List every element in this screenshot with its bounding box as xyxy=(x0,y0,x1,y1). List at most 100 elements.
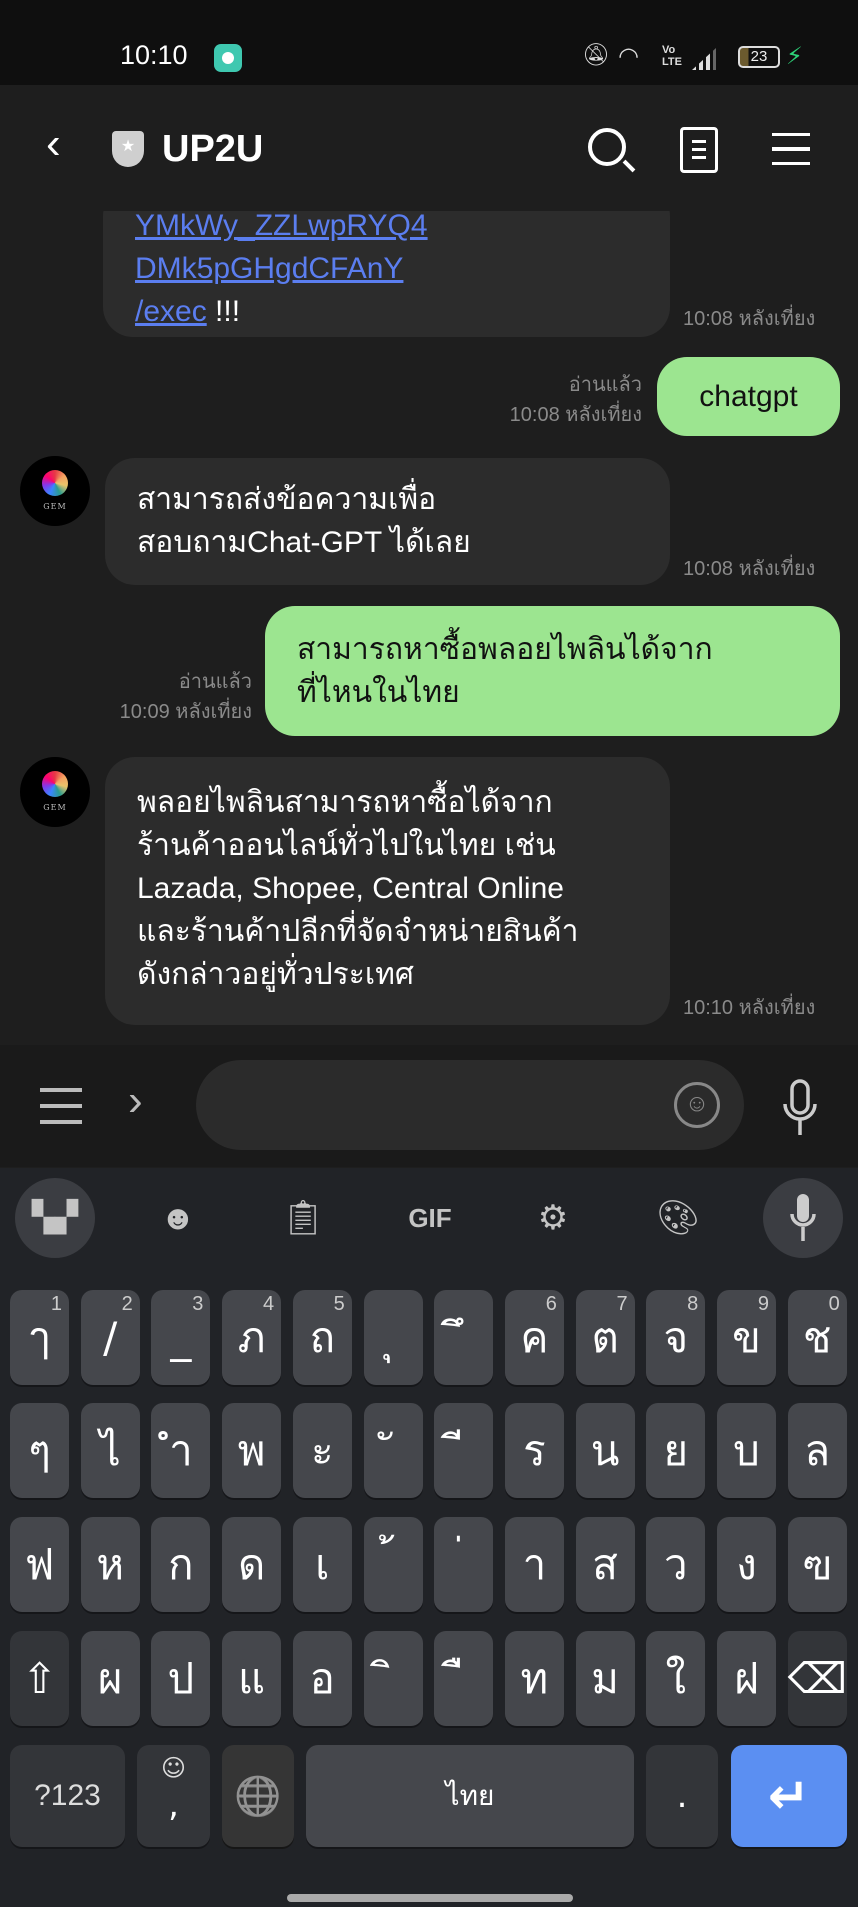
message-link[interactable]: /exec xyxy=(135,295,207,328)
key-label: ร xyxy=(523,1426,546,1475)
globe-icon[interactable]: 🌐 xyxy=(222,1745,294,1847)
key[interactable]: พ xyxy=(222,1403,282,1498)
key[interactable]: ท xyxy=(504,1631,564,1726)
key[interactable]: ร xyxy=(504,1403,564,1498)
key[interactable]: ผ xyxy=(80,1631,140,1726)
sticker-icon[interactable]: ☻ xyxy=(152,1192,204,1244)
key[interactable]: ิ xyxy=(363,1631,423,1726)
key[interactable]: ึ xyxy=(434,1290,494,1385)
key[interactable]: บ xyxy=(717,1403,776,1498)
key[interactable]: /2 xyxy=(80,1290,140,1385)
space-key[interactable]: ไทย xyxy=(306,1745,634,1847)
key-label: ำ xyxy=(169,1426,193,1475)
key[interactable]: ื xyxy=(434,1631,494,1726)
key[interactable]: า xyxy=(504,1517,564,1612)
message-line: สามารถหาซื้อพลอยไพลินได้จาก xyxy=(297,633,713,666)
settings-gear-icon[interactable]: ⚙︎ xyxy=(527,1192,579,1244)
message-bubble-outgoing[interactable]: สามารถหาซื้อพลอยไพลินได้จาก ที่ไหนในไทย xyxy=(265,606,840,736)
menu-icon[interactable] xyxy=(772,133,810,165)
key[interactable]: _ 3 xyxy=(151,1290,211,1385)
key[interactable]: ว xyxy=(646,1517,706,1612)
key[interactable]: ง xyxy=(717,1517,776,1612)
read-receipt: อ่านแล้ว 10:08 หลังเที่ยง xyxy=(509,374,642,426)
message-bubble-incoming[interactable]: พลอยไพลินสามารถหาซื้อได้จาก ร้านค้าออนไล… xyxy=(105,757,670,1025)
key[interactable]: ค6 xyxy=(504,1290,564,1385)
key[interactable]: ส xyxy=(575,1517,635,1612)
key-label: ข xyxy=(732,1313,761,1362)
gif-button[interactable]: GIF xyxy=(400,1192,460,1244)
message-line: Lazada, Shopee, Central Online xyxy=(137,872,564,905)
search-history-icon[interactable] xyxy=(588,128,626,166)
key[interactable]: ล xyxy=(787,1403,847,1498)
key-label: ฟ xyxy=(24,1540,55,1589)
key[interactable]: ย xyxy=(646,1403,706,1498)
key[interactable]: ั xyxy=(363,1403,423,1498)
back-icon[interactable]: ‹ xyxy=(46,122,61,166)
message-bubble-outgoing[interactable]: chatgpt xyxy=(657,357,840,436)
message-link[interactable]: DMk5pGHgdCFAnY xyxy=(135,252,403,285)
key[interactable]: ุ xyxy=(363,1290,423,1385)
key-number-hint: 7 xyxy=(616,1293,628,1315)
key[interactable]: ่ xyxy=(434,1517,494,1612)
key[interactable]: ี xyxy=(434,1403,494,1498)
backspace-key[interactable]: ⌫ xyxy=(787,1631,847,1726)
volte-icon: Vo LTE xyxy=(662,44,682,68)
key[interactable]: ก xyxy=(151,1517,211,1612)
key[interactable]: ้ xyxy=(363,1517,423,1612)
key-label: ง xyxy=(736,1540,757,1589)
theme-palette-icon[interactable]: 🎨︎ xyxy=(652,1192,704,1244)
key[interactable]: ช0 xyxy=(787,1290,847,1385)
emoji-comma-key[interactable]: ☺, xyxy=(137,1745,210,1847)
key[interactable]: แ xyxy=(222,1631,282,1726)
key[interactable]: ด xyxy=(222,1517,282,1612)
key[interactable]: ห xyxy=(80,1517,140,1612)
message-bubble-incoming[interactable]: สามารถส่งข้อความเพื่อ สอบถามChat-GPT ได้… xyxy=(105,458,670,585)
period-key[interactable]: . xyxy=(646,1745,718,1847)
key[interactable]: จ8 xyxy=(646,1290,706,1385)
key[interactable]: ต7 xyxy=(575,1290,635,1385)
key[interactable]: ๆ xyxy=(10,1403,69,1498)
key-label: ฃ xyxy=(802,1540,833,1589)
shift-key[interactable]: ⇧ xyxy=(10,1631,69,1726)
avatar[interactable]: GEM xyxy=(20,757,90,827)
key-number-hint: 6 xyxy=(545,1293,557,1315)
clipboard-icon[interactable]: 📋︎ xyxy=(277,1192,329,1244)
message-link[interactable]: YMkWy_ZZLwpRYQ4 xyxy=(135,210,428,242)
emoji-icon[interactable]: ☺ xyxy=(674,1082,720,1128)
key[interactable]: ป xyxy=(151,1631,211,1726)
notes-icon[interactable] xyxy=(680,127,718,173)
chevron-right-icon[interactable]: › xyxy=(128,1076,143,1126)
key[interactable]: ๅ1 xyxy=(10,1290,69,1385)
read-receipt: อ่านแล้ว 10:09 หลังเที่ยง xyxy=(119,671,252,723)
message-input[interactable] xyxy=(196,1060,744,1150)
key-label: น xyxy=(590,1426,620,1475)
home-indicator[interactable] xyxy=(287,1894,573,1902)
key[interactable]: ฃ xyxy=(787,1517,847,1612)
key[interactable]: ม xyxy=(575,1631,635,1726)
key-label: ล xyxy=(804,1426,831,1475)
symbols-key[interactable]: ?123 xyxy=(10,1745,125,1847)
key[interactable]: ไ xyxy=(80,1403,140,1498)
key[interactable]: ะ xyxy=(292,1403,352,1498)
key-label: เ xyxy=(315,1540,330,1589)
key-label: แ xyxy=(238,1654,266,1703)
key[interactable]: เ xyxy=(292,1517,352,1612)
microphone-icon[interactable] xyxy=(780,1078,820,1138)
battery-icon: 23 xyxy=(738,46,780,68)
menu-icon[interactable] xyxy=(40,1088,82,1124)
key[interactable]: ฟ xyxy=(10,1517,69,1612)
key[interactable]: น xyxy=(575,1403,635,1498)
key[interactable]: ข9 xyxy=(717,1290,776,1385)
key[interactable]: ถ5 xyxy=(292,1290,352,1385)
charging-icon: ⚡︎ xyxy=(786,43,803,70)
app-notification-icon xyxy=(214,44,242,72)
key[interactable]: ำ xyxy=(151,1403,211,1498)
key-number-hint: 8 xyxy=(687,1293,699,1315)
key[interactable]: ใ xyxy=(646,1631,706,1726)
key[interactable]: ภ4 xyxy=(222,1290,282,1385)
key[interactable]: อ xyxy=(292,1631,352,1726)
avatar[interactable]: GEM xyxy=(20,456,90,526)
key[interactable]: ฝ xyxy=(717,1631,776,1726)
key-label: พ xyxy=(237,1426,266,1475)
enter-key[interactable]: ↵ xyxy=(731,1745,847,1847)
